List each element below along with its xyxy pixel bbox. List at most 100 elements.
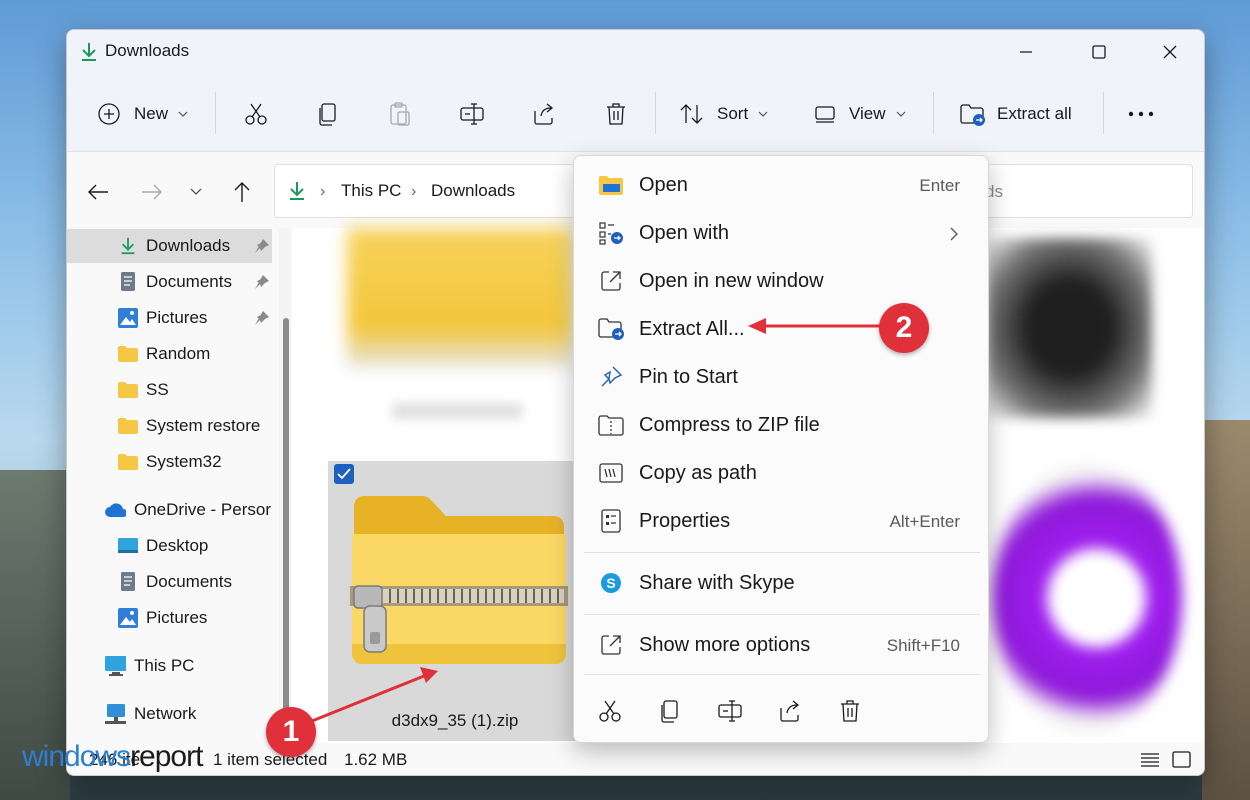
- checkbox-checked[interactable]: [334, 464, 354, 484]
- sidebar-item-label: Documents: [146, 272, 232, 291]
- toolbar-divider: [1103, 92, 1104, 134]
- view-button[interactable]: View: [813, 96, 906, 132]
- sidebar-item-documents[interactable]: Documents: [67, 265, 272, 299]
- menu-item-properties[interactable]: Properties Alt+Enter: [580, 498, 982, 544]
- rename-icon: [718, 700, 742, 722]
- tiles-view-button[interactable]: [1172, 751, 1192, 774]
- svg-text:S: S: [606, 575, 615, 591]
- sidebar-item-label: SS: [146, 380, 169, 399]
- sidebar-item-label: Downloads: [146, 236, 231, 255]
- see-more-button[interactable]: [1127, 96, 1155, 132]
- breadcrumb-downloads[interactable]: Downloads: [431, 181, 515, 201]
- view-button-label: View: [849, 104, 886, 123]
- menu-item-pin-to-start[interactable]: Pin to Start: [580, 354, 982, 400]
- up-button[interactable]: [228, 178, 256, 206]
- annotation-callout-1: 1: [266, 707, 316, 757]
- sidebar-item-random[interactable]: Random: [67, 337, 272, 371]
- document-icon: [117, 571, 139, 593]
- sidebar-item-pictures[interactable]: Pictures: [67, 301, 272, 335]
- extract-all-button[interactable]: Extract all: [959, 96, 1072, 132]
- more-dots-icon: [1128, 111, 1154, 117]
- sidebar-item-onedrive[interactable]: OneDrive - Persor: [67, 493, 272, 527]
- menu-item-shortcut: Enter: [919, 176, 960, 195]
- window-title: Downloads: [105, 41, 190, 60]
- sidebar-scrollbar-thumb[interactable]: [283, 318, 289, 718]
- cut-icon: [245, 103, 267, 125]
- sidebar-item-system-restore[interactable]: System restore: [67, 409, 272, 443]
- chevron-right-icon: [950, 227, 958, 241]
- watermark-part-1: windows: [22, 740, 131, 773]
- delete-button[interactable]: [603, 96, 629, 132]
- breadcrumb-separator-icon: ›: [411, 183, 417, 200]
- menu-separator: [584, 674, 980, 675]
- cloud-icon: [104, 499, 126, 521]
- plus-circle-icon: [98, 103, 120, 125]
- arrow-up-icon: [234, 182, 250, 202]
- sidebar-item-label: This PC: [134, 656, 195, 675]
- menu-item-open[interactable]: Open Enter: [580, 162, 982, 208]
- cut-button[interactable]: [596, 697, 624, 725]
- file-item-selected[interactable]: d3dx9_35 (1).zip: [328, 461, 578, 741]
- zip-folder-icon: [350, 495, 568, 664]
- menu-item-copy-as-path[interactable]: Copy as path: [580, 450, 982, 496]
- rename-button[interactable]: [716, 697, 744, 725]
- more-options-icon: [598, 633, 624, 657]
- sidebar-item-onedrive-pictures[interactable]: Pictures: [67, 601, 272, 635]
- cut-button[interactable]: [243, 96, 269, 132]
- context-menu-action-row: [574, 683, 988, 737]
- menu-item-label: Extract All...: [639, 318, 745, 340]
- sidebar-item-label: OneDrive - Persor: [134, 500, 271, 519]
- delete-button[interactable]: [836, 697, 864, 725]
- sidebar-item-downloads[interactable]: Downloads: [67, 229, 272, 263]
- network-icon: [104, 703, 126, 725]
- tiles-view-icon: [1172, 751, 1191, 768]
- menu-item-open-new-window[interactable]: Open in new window: [580, 258, 982, 304]
- paste-icon: [390, 102, 410, 126]
- new-button[interactable]: New: [97, 96, 188, 132]
- share-icon: [780, 700, 800, 722]
- forward-button[interactable]: [138, 178, 166, 206]
- minimize-button[interactable]: [990, 30, 1062, 74]
- sidebar-item-this-pc[interactable]: This PC: [67, 649, 272, 683]
- share-button[interactable]: [531, 96, 557, 132]
- sidebar-item-onedrive-documents[interactable]: Documents: [67, 565, 272, 599]
- status-bar: 246 ite 1 item selected 1.62 MB: [67, 743, 1204, 775]
- breadcrumb-this-pc[interactable]: This PC: [341, 181, 401, 201]
- sort-button-label: Sort: [717, 104, 749, 123]
- toolbar-divider: [933, 92, 934, 134]
- copy-icon: [661, 700, 678, 723]
- sort-button[interactable]: Sort: [679, 96, 768, 132]
- details-view-button[interactable]: [1140, 751, 1160, 774]
- file-thumbnail-blurred[interactable]: [992, 463, 1182, 733]
- sort-icon: [680, 104, 703, 124]
- close-button[interactable]: [1134, 30, 1204, 74]
- copy-button[interactable]: [315, 96, 341, 132]
- rename-button[interactable]: [459, 96, 485, 132]
- sidebar-item-desktop[interactable]: Desktop: [67, 529, 272, 563]
- sidebar-item-label: Documents: [146, 572, 232, 591]
- menu-item-shortcut: Shift+F10: [886, 636, 960, 655]
- file-thumbnail-blurred[interactable]: [347, 228, 572, 368]
- sidebar-item-network[interactable]: Network: [67, 697, 272, 731]
- menu-item-share-skype[interactable]: S Share with Skype: [580, 560, 982, 606]
- share-button[interactable]: [776, 697, 804, 725]
- menu-item-label: Pin to Start: [639, 366, 738, 388]
- chevron-down-icon: [896, 111, 905, 117]
- file-thumbnail-blurred[interactable]: [987, 238, 1152, 418]
- desktop-icon: [117, 535, 139, 557]
- menu-item-compress-zip[interactable]: Compress to ZIP file: [580, 402, 982, 448]
- sidebar-item-system32[interactable]: System32: [67, 445, 272, 479]
- document-icon: [117, 271, 139, 293]
- paste-button[interactable]: [387, 96, 413, 132]
- sidebar-item-ss[interactable]: SS: [67, 373, 272, 407]
- title-bar[interactable]: Downloads: [67, 30, 1204, 74]
- menu-item-open-with[interactable]: Open with: [580, 210, 982, 256]
- folder-icon: [117, 415, 139, 437]
- watermark-logo: windowsreport: [22, 740, 203, 774]
- chevron-down-icon: [190, 188, 202, 195]
- back-button[interactable]: [84, 178, 112, 206]
- maximize-button[interactable]: [1063, 30, 1135, 74]
- menu-item-show-more-options[interactable]: Show more options Shift+F10: [580, 622, 982, 668]
- copy-button[interactable]: [656, 697, 684, 725]
- recent-locations-button[interactable]: [182, 178, 210, 206]
